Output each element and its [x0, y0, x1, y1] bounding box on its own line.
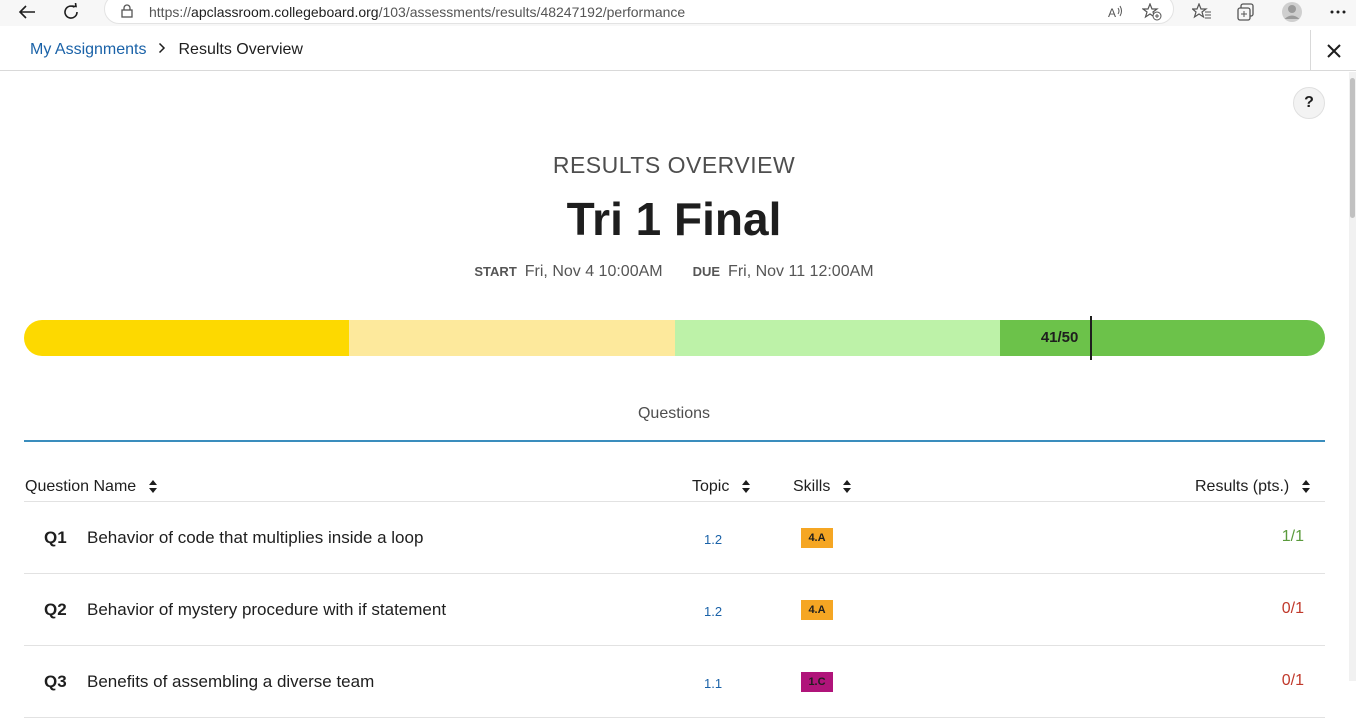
- skill-badge: 4.A: [801, 600, 833, 620]
- question-number: Q3: [44, 672, 67, 691]
- favorites-icon[interactable]: [1188, 0, 1216, 24]
- tab-underline: [24, 440, 1325, 442]
- scrollbar-thumb[interactable]: [1350, 78, 1355, 218]
- result-score: 0/1: [1281, 600, 1304, 617]
- score-band-3: [674, 320, 1000, 356]
- start-date: START Fri, Nov 4 10:00AM: [474, 263, 663, 280]
- breadcrumb: My Assignments Results Overview: [30, 41, 303, 59]
- score-bar: [24, 320, 1325, 356]
- breadcrumb-my-assignments[interactable]: My Assignments: [30, 41, 146, 59]
- add-favorite-icon[interactable]: [1138, 0, 1166, 24]
- lock-icon: [121, 4, 133, 23]
- topic-link[interactable]: 1.2: [704, 604, 722, 619]
- score-label: 41/50: [1040, 329, 1079, 346]
- close-button[interactable]: [1310, 30, 1356, 71]
- sort-icon: [1301, 479, 1311, 495]
- table-row[interactable]: Q1 Behavior of code that multiplies insi…: [24, 502, 1325, 574]
- close-icon: [1326, 43, 1341, 58]
- result-score: 0/1: [1281, 672, 1304, 689]
- app-header: My Assignments Results Overview: [0, 30, 1356, 71]
- svg-text:A: A: [1108, 6, 1116, 19]
- question-number: Q2: [44, 600, 67, 619]
- skill-badge: 1.C: [801, 672, 833, 692]
- chevron-right-icon: [158, 41, 166, 59]
- due-date: DUE Fri, Nov 11 12:00AM: [692, 263, 874, 280]
- question-name-link[interactable]: Behavior of mystery procedure with if st…: [87, 600, 446, 620]
- page-overline: RESULTS OVERVIEW: [552, 152, 796, 178]
- score-band-2: [349, 320, 675, 356]
- question-number: Q1: [44, 528, 67, 547]
- question-name-link[interactable]: Behavior of code that multiplies inside …: [87, 528, 423, 548]
- sort-icon: [842, 479, 852, 495]
- collections-icon[interactable]: [1232, 0, 1260, 24]
- tab-questions[interactable]: Questions: [0, 405, 1348, 423]
- topic-link[interactable]: 1.2: [704, 532, 722, 547]
- back-icon[interactable]: [12, 0, 42, 24]
- score-marker: [1089, 316, 1092, 360]
- assignment-dates: START Fri, Nov 4 10:00AM DUE Fri, Nov 11 1…: [0, 263, 1348, 281]
- url-text: https://apclassroom.collegeboard.org/103…: [149, 4, 686, 20]
- question-name-link[interactable]: Benefits of assembling a diverse team: [87, 672, 374, 692]
- profile-icon[interactable]: [1278, 0, 1306, 24]
- topic-link[interactable]: 1.1: [704, 676, 722, 691]
- scrollbar[interactable]: [1349, 72, 1356, 681]
- refresh-icon[interactable]: [56, 0, 86, 24]
- sort-icon: [741, 479, 751, 495]
- table-row[interactable]: Q3 Benefits of assembling a diverse team…: [24, 646, 1325, 718]
- skill-badge: 4.A: [801, 528, 833, 548]
- column-header-topic[interactable]: Topic: [692, 478, 751, 496]
- score-band-1: [24, 320, 350, 356]
- breadcrumb-current: Results Overview: [178, 41, 303, 58]
- read-aloud-icon[interactable]: A: [1102, 0, 1130, 24]
- more-options-icon[interactable]: [1324, 0, 1352, 24]
- help-button[interactable]: ?: [1293, 87, 1325, 119]
- page-title: Tri 1 Final: [566, 193, 782, 245]
- column-header-skills[interactable]: Skills: [793, 478, 852, 496]
- result-score: 1/1: [1281, 528, 1304, 545]
- column-header-question-name[interactable]: Question Name: [25, 478, 158, 496]
- address-bar[interactable]: https://apclassroom.collegeboard.org/103…: [104, 0, 1174, 24]
- browser-toolbar: https://apclassroom.collegeboard.org/103…: [0, 0, 1356, 26]
- table-row[interactable]: Q2 Behavior of mystery procedure with if…: [24, 574, 1325, 646]
- column-header-results[interactable]: Results (pts.): [1195, 478, 1311, 496]
- sort-icon: [148, 479, 158, 495]
